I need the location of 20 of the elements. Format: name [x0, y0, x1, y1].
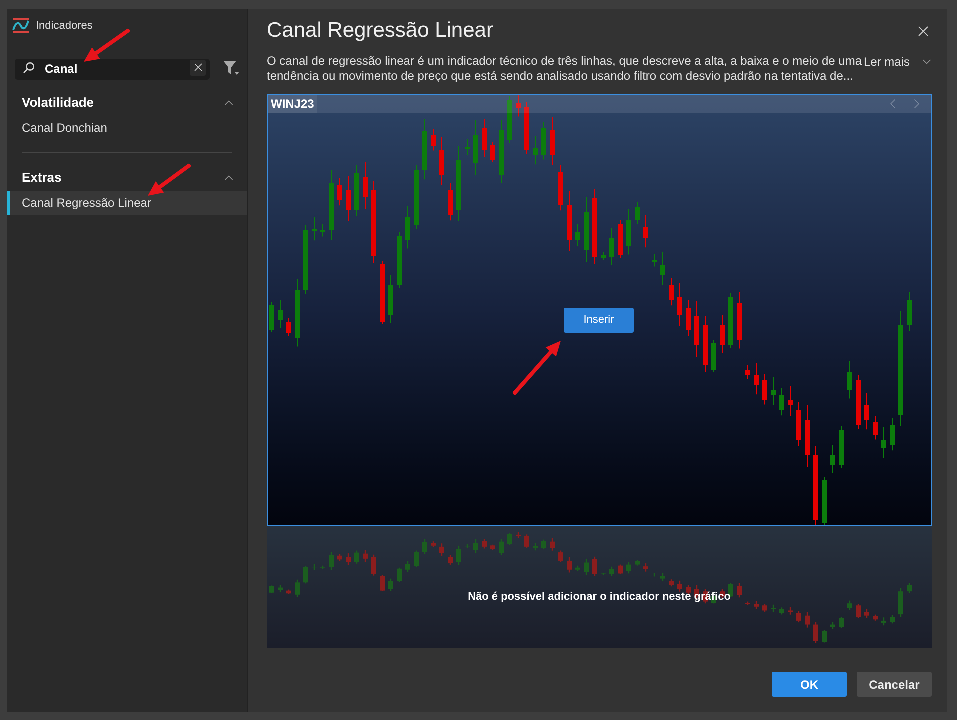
filter-icon	[222, 60, 240, 76]
indicator-description: O canal de regressão linear é um indicador técnico de três linhas, que descreve a alta, a baixa e o meio de uma tendência ou movimento de preço que está sendo analisado usando filtro com desvio padrão na tentativa de...	[267, 54, 863, 84]
chart-panel[interactable]: WINJ23 Inserir	[267, 94, 932, 526]
search-icon	[23, 62, 35, 74]
read-more-button[interactable]: Ler mais	[864, 54, 934, 69]
dialog-button[interactable]: OK	[772, 672, 847, 697]
insert-button[interactable]: Inserir	[564, 308, 634, 333]
indicator-list-item[interactable]: Canal Donchian	[7, 116, 247, 140]
dialog-button[interactable]: Cancelar	[857, 672, 932, 697]
notice-text: Não é possível adicionar o indicador neste gráfico	[468, 590, 731, 605]
group-title: Volatilidade	[22, 94, 94, 112]
symbol-label: WINJ23	[268, 95, 318, 113]
indicator-list-item[interactable]: Canal Regressão Linear	[7, 191, 247, 215]
panel-title: Indicadores	[36, 18, 93, 34]
search-field[interactable]: Canal	[15, 58, 210, 80]
indicator-logo-icon	[12, 18, 30, 34]
indicator-title: Canal Regressão Linear	[267, 18, 494, 44]
group-title: Extras	[22, 169, 62, 188]
filter-button[interactable]	[222, 58, 240, 76]
clear-search-button[interactable]	[190, 60, 206, 76]
